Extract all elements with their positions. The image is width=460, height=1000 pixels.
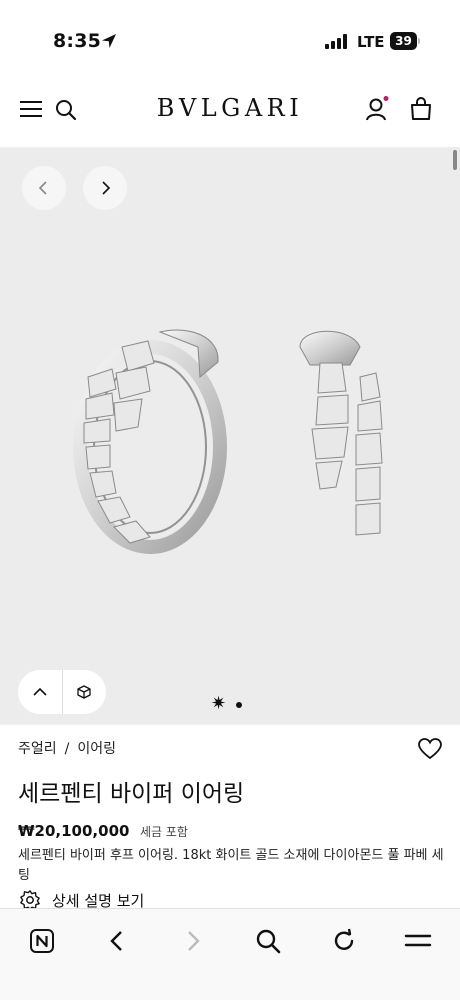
notification-dot [383, 96, 389, 101]
chevron-left-icon [38, 181, 47, 195]
breadcrumb-separator: / [64, 741, 70, 757]
breadcrumb: 주얼리 / 이어링 [18, 738, 116, 758]
back-button[interactable] [102, 926, 132, 956]
search-icon [256, 929, 281, 954]
product-price: ₩20,100,000 [18, 822, 130, 840]
chevron-right-icon [102, 181, 111, 195]
heart-icon[interactable] [418, 738, 442, 760]
tax-note: 세금 포함 [140, 825, 188, 839]
scrollbar[interactable] [453, 150, 457, 170]
menu-button[interactable] [403, 926, 433, 956]
location-arrow-icon [102, 34, 116, 48]
back-icon [110, 931, 122, 951]
menu-icon [404, 934, 432, 947]
prev-image-button[interactable] [22, 166, 66, 210]
carousel-indicator[interactable]: ✷ [211, 695, 251, 715]
carousel-dot[interactable] [236, 702, 242, 708]
3d-view-button[interactable] [62, 670, 106, 714]
site-header: BVLGARI [0, 72, 460, 147]
carousel-dot-active[interactable]: ✷ [211, 695, 226, 713]
signal-icon [325, 34, 349, 49]
gallery-controls [18, 670, 106, 714]
search-button[interactable] [253, 926, 283, 956]
right-earring-clasp [299, 330, 361, 366]
n-app-icon [30, 929, 54, 953]
n-app-button[interactable] [27, 926, 57, 956]
browser-toolbar [0, 908, 460, 1000]
refresh-icon [334, 928, 354, 950]
product-title: 세르펜티 바이퍼 이어링 [18, 781, 245, 807]
breadcrumb-jewelry[interactable]: 주얼리 [18, 741, 57, 757]
brand-logo[interactable]: BVLGARI [0, 94, 460, 122]
product-gallery[interactable]: ✷ [0, 147, 460, 725]
chevron-up-icon [33, 687, 47, 696]
status-time: 8:35 [53, 30, 102, 52]
battery-level: 39 [390, 32, 417, 50]
collapse-button[interactable] [18, 670, 62, 714]
forward-button[interactable] [178, 926, 208, 956]
status-bar: 8:35 LTE 39 [0, 0, 460, 72]
bag-icon[interactable] [410, 97, 432, 121]
battery-icon: 39 [390, 32, 420, 50]
carrier-label: LTE [357, 33, 385, 51]
3d-cube-icon [77, 685, 91, 699]
forward-icon [188, 931, 200, 951]
breadcrumb-earrings[interactable]: 이어링 [77, 741, 116, 757]
product-description: 세르펜티 바이퍼 후프 이어링. 18kt 화이트 골드 소재에 다이아몬드 풀… [18, 848, 444, 883]
next-image-button[interactable] [83, 166, 127, 210]
refresh-button[interactable] [329, 926, 359, 956]
product-image [73, 329, 383, 554]
account-icon[interactable] [366, 96, 390, 122]
right-earring-pave [311, 362, 383, 536]
